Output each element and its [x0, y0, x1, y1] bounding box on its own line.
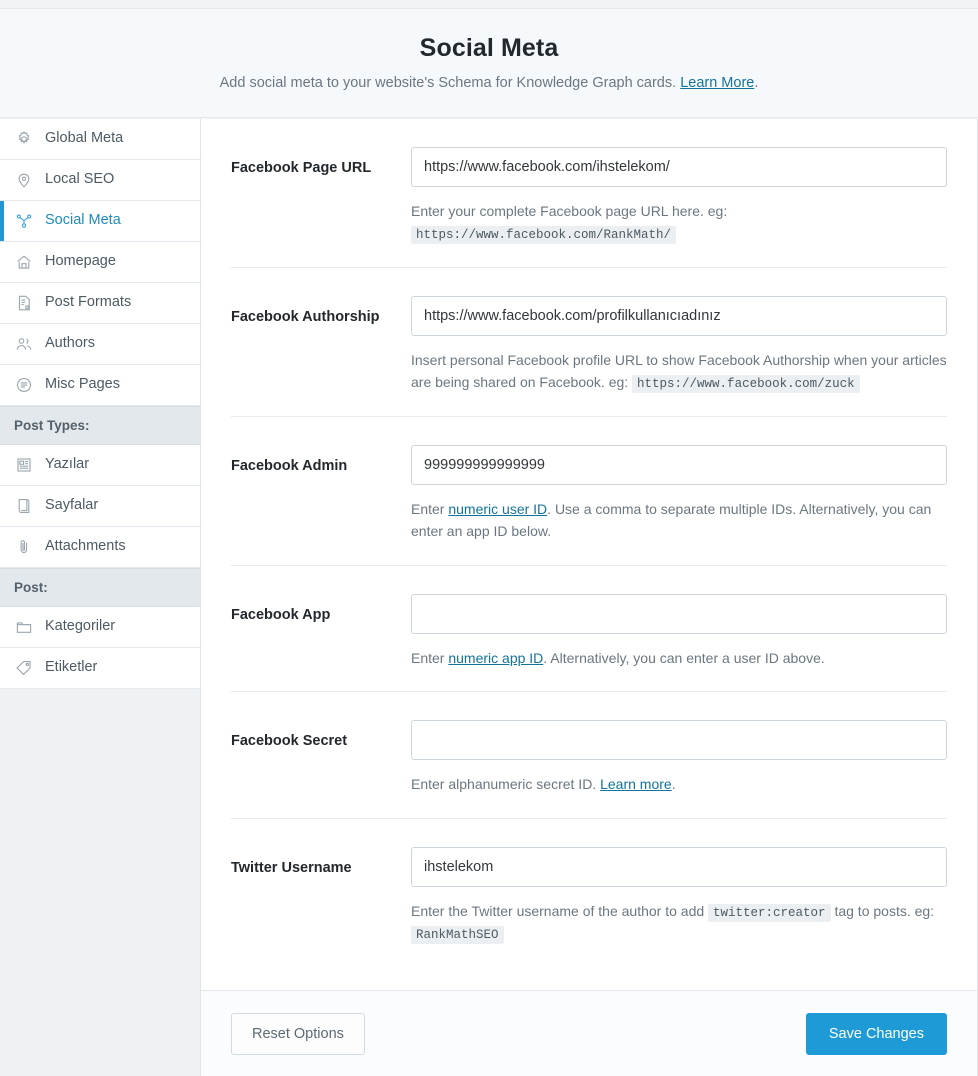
page-subtitle-text: Add social meta to your website's Schema… — [219, 75, 677, 91]
field-label-facebook-authorship: Facebook Authorship — [231, 309, 380, 326]
field-label-twitter-username: Twitter Username — [231, 859, 352, 876]
field-row-twitter-username: Twitter Username Enter the Twitter userna… — [231, 819, 947, 968]
field-row-facebook-page-url: Facebook Page URL Enter your complete Fac… — [231, 119, 947, 269]
sidebar-item-homepage[interactable]: Homepage — [0, 242, 200, 283]
input-facebook-secret[interactable] — [411, 720, 947, 761]
sidebar-item-attachments[interactable]: Attachments — [0, 527, 200, 568]
input-twitter-username[interactable] — [411, 846, 947, 887]
share-nodes-icon — [14, 211, 34, 231]
field-hint-facebook-app: Enter numeric app ID. Alternatively, you… — [411, 648, 947, 670]
hint-text: Enter alphanumeric secret ID. — [411, 776, 601, 793]
page-subtitle: Add social meta to your website's Schema… — [0, 63, 978, 91]
gear-icon — [14, 129, 34, 149]
sidebar-group-label: Post: — [14, 580, 48, 595]
input-facebook-app[interactable] — [411, 593, 947, 634]
field-hint-facebook-admin: Enter numeric user ID. Use a comma to se… — [411, 499, 947, 542]
field-row-facebook-app: Facebook App Enter numeric app ID. Altern… — [231, 566, 947, 693]
hint-text: Enter the Twitter username of the author… — [411, 902, 709, 919]
panel-footer: Reset Options Save Changes — [201, 990, 977, 1076]
paperclip-icon — [14, 537, 34, 557]
hint-code: https://www.facebook.com/zuck — [632, 374, 860, 393]
sidebar-group-post: Post: — [0, 568, 200, 607]
folder-icon — [14, 617, 34, 637]
reset-options-button[interactable]: Reset Options — [231, 1012, 365, 1055]
sidebar-group-post-types: Post Types: — [0, 406, 200, 445]
hint-text: Enter — [411, 501, 449, 518]
hint-text: Enter — [411, 649, 449, 666]
map-pin-icon — [14, 170, 34, 190]
sidebar-item-yaz-lar[interactable]: Yazılar — [0, 445, 200, 486]
field-control-facebook-secret: Enter alphanumeric secret ID. Learn more… — [411, 720, 947, 796]
home-icon — [14, 252, 34, 272]
list-circle-icon — [14, 375, 34, 395]
field-control-facebook-app: Enter numeric app ID. Alternatively, you… — [411, 593, 947, 670]
settings-fields: Facebook Page URL Enter your complete Fac… — [201, 119, 977, 990]
sidebar-item-label: Sayfalar — [45, 497, 99, 514]
sidebar-item-label: Authors — [45, 335, 95, 352]
page-icon — [14, 496, 34, 516]
sidebar-item-label: Social Meta — [45, 212, 121, 229]
input-facebook-authorship[interactable] — [411, 296, 947, 337]
field-label-facebook-page-url: Facebook Page URL — [231, 160, 372, 176]
hint-code: https://www.facebook.com/RankMath/ — [411, 225, 677, 244]
sidebar-item-label: Etiketler — [45, 659, 98, 676]
sidebar-item-label: Global Meta — [45, 130, 124, 147]
sidebar-item-authors[interactable]: Authors — [0, 324, 200, 365]
hint-text: Enter your complete Facebook page URL he… — [411, 203, 728, 219]
field-label-facebook-app: Facebook App — [231, 606, 331, 623]
hint-link[interactable]: Learn more — [600, 776, 672, 792]
page-title: Social Meta — [419, 34, 559, 62]
hint-text: . Alternatively, you can enter a user ID… — [543, 649, 825, 666]
hint-code: twitter:creator — [708, 903, 831, 922]
content-area: Global Meta Local SEO Social Meta Homepage P… — [0, 119, 978, 1076]
field-control-facebook-page-url: Enter your complete Facebook page URL he… — [411, 147, 947, 245]
sidebar-item-label: Post Formats — [45, 294, 132, 311]
tag-icon — [14, 658, 34, 678]
sidebar-item-label: Local SEO — [45, 171, 115, 188]
sidebar-item-misc-pages[interactable]: Misc Pages — [0, 365, 200, 406]
field-label-facebook-secret: Facebook Secret — [231, 733, 348, 750]
sidebar-item-sayfalar[interactable]: Sayfalar — [0, 486, 200, 527]
hint-code: RankMathSEO — [411, 926, 504, 945]
field-hint-facebook-page-url: Enter your complete Facebook page URL he… — [411, 201, 947, 245]
settings-panel: Facebook Page URL Enter your complete Fac… — [201, 119, 978, 1076]
sidebar-item-etiketler[interactable]: Etiketler — [0, 648, 200, 689]
hint-text: . — [671, 776, 676, 793]
field-hint-facebook-authorship: Insert personal Facebook profile URL to … — [411, 350, 947, 394]
sidebar-item-label: Attachments — [45, 538, 126, 555]
input-facebook-admin[interactable] — [411, 445, 947, 486]
sidebar-item-kategoriler[interactable]: Kategoriler — [0, 607, 200, 648]
learn-more-link[interactable]: Learn More — [680, 75, 754, 91]
field-control-facebook-authorship: Insert personal Facebook profile URL to … — [411, 296, 947, 394]
page-header: Social Meta Add social meta to your webs… — [0, 8, 978, 118]
field-hint-twitter-username: Enter the Twitter username of the author… — [411, 901, 947, 946]
sidebar-item-social-meta[interactable]: Social Meta — [0, 201, 200, 242]
field-hint-facebook-secret: Enter alphanumeric secret ID. Learn more… — [411, 774, 947, 796]
document-icon — [14, 293, 34, 313]
field-control-twitter-username: Enter the Twitter username of the author… — [411, 846, 947, 946]
sidebar-item-label: Yazılar — [45, 456, 90, 473]
field-control-facebook-admin: Enter numeric user ID. Use a comma to se… — [411, 445, 947, 542]
sidebar-group-label: Post Types: — [14, 418, 90, 433]
field-row-facebook-secret: Facebook Secret Enter alphanumeric secret… — [231, 692, 947, 819]
input-facebook-page-url[interactable] — [411, 147, 947, 187]
field-label-facebook-admin: Facebook Admin — [231, 458, 348, 475]
social-meta-settings-page: Social Meta Add social meta to your webs… — [0, 0, 978, 1076]
newspaper-icon — [14, 455, 34, 475]
save-changes-button[interactable]: Save Changes — [805, 1012, 947, 1055]
hint-link[interactable]: numeric user ID — [448, 501, 547, 517]
sidebar-item-local-seo[interactable]: Local SEO — [0, 160, 200, 201]
hint-link[interactable]: numeric app ID — [448, 650, 543, 666]
sidebar-item-post-formats[interactable]: Post Formats — [0, 283, 200, 324]
hint-text: tag to posts. eg: — [830, 902, 935, 919]
field-row-facebook-authorship: Facebook Authorship Insert personal Faceb… — [231, 268, 947, 418]
sidebar-item-label: Misc Pages — [45, 376, 120, 393]
sidebar-item-global-meta[interactable]: Global Meta — [0, 119, 200, 160]
field-row-facebook-admin: Facebook Admin Enter numeric user ID. Use… — [231, 417, 947, 566]
users-icon — [14, 334, 34, 354]
sidebar-item-label: Homepage — [45, 253, 116, 270]
sidebar-item-label: Kategoriler — [45, 618, 116, 635]
settings-sidebar: Global Meta Local SEO Social Meta Homepage P… — [0, 119, 201, 1076]
page-subtitle-period: . — [754, 75, 759, 91]
